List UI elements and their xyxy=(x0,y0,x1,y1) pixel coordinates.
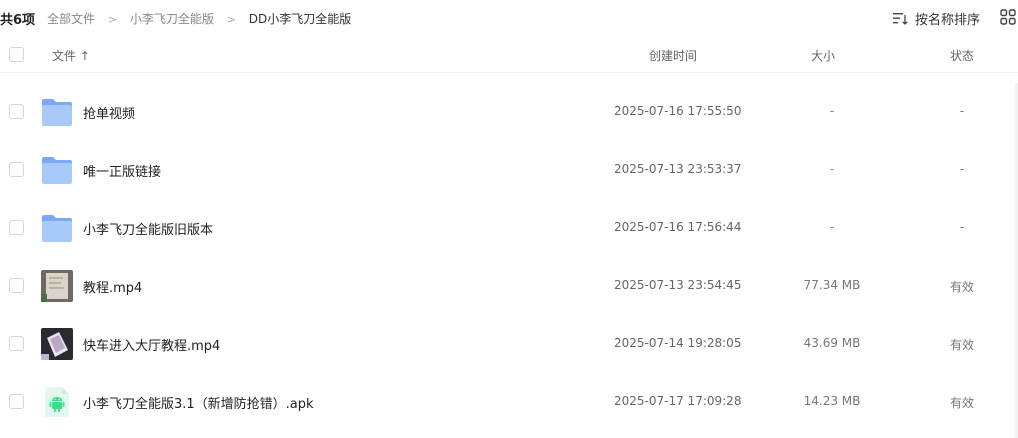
breadcrumb-separator-icon: > xyxy=(107,13,118,26)
toolbar: 共6项 全部文件 > 小李飞刀全能版 > DD小李飞刀全能版 按名称排序 xyxy=(0,0,1018,36)
breadcrumb-item[interactable]: 小李飞刀全能版 xyxy=(130,12,214,26)
sort-button[interactable]: 按名称排序 xyxy=(892,8,980,28)
table-row[interactable]: 教程.mp4 2025-07-13 23:54:45 77.34 MB 有效 xyxy=(0,257,1018,315)
file-status: 有效 xyxy=(949,338,974,352)
table-row[interactable]: 抢单视频 2025-07-16 17:55:50 - - xyxy=(0,83,1018,141)
breadcrumb: 全部文件 > 小李飞刀全能版 > DD小李飞刀全能版 xyxy=(47,10,351,27)
file-size: 43.69 MB xyxy=(803,336,861,350)
breadcrumb-current: DD小李飞刀全能版 xyxy=(248,12,352,26)
row-checkbox[interactable] xyxy=(9,104,24,119)
column-header-status: 状态 xyxy=(950,49,975,63)
folder-icon xyxy=(42,157,72,184)
row-checkbox[interactable] xyxy=(9,336,24,351)
select-all-checkbox[interactable] xyxy=(9,47,24,62)
breadcrumb-separator-icon: > xyxy=(226,13,236,26)
file-status: - xyxy=(959,104,965,118)
table-row[interactable]: 小李飞刀全能版旧版本 2025-07-16 17:56:44 - - xyxy=(0,199,1018,257)
row-checkbox[interactable] xyxy=(9,220,24,235)
file-name[interactable]: 小李飞刀全能版旧版本 xyxy=(83,219,213,238)
table-header: 文件 ↑ 创建时间 大小 状态 xyxy=(0,36,1018,73)
file-time: 2025-07-14 19:28:05 xyxy=(614,336,742,350)
file-time: 2025-07-16 17:56:44 xyxy=(614,220,742,234)
file-status: - xyxy=(959,162,965,176)
column-header-time[interactable]: 创建时间 xyxy=(649,47,697,64)
file-time: 2025-07-16 17:55:50 xyxy=(614,104,742,118)
row-checkbox[interactable] xyxy=(9,278,24,293)
column-header-name[interactable]: 文件 ↑ xyxy=(52,47,90,64)
item-count: 共6项 xyxy=(0,13,36,28)
file-time: 2025-07-13 23:53:37 xyxy=(614,162,742,176)
row-checkbox[interactable] xyxy=(9,394,24,409)
table-row[interactable]: 小李飞刀全能版3.1（新增防抢错）.apk 2025-07-17 17:09:2… xyxy=(0,373,1018,431)
file-time: 2025-07-13 23:54:45 xyxy=(614,278,742,292)
file-status: 有效 xyxy=(949,280,974,294)
file-status: 有效 xyxy=(949,396,974,410)
sort-label: 按名称排序 xyxy=(914,12,980,28)
file-list: 抢单视频 2025-07-16 17:55:50 - - 唯一正版链接 2025… xyxy=(0,83,1018,431)
row-checkbox[interactable] xyxy=(9,162,24,177)
file-time: 2025-07-17 17:09:28 xyxy=(614,394,742,408)
table-row[interactable]: 唯一正版链接 2025-07-13 23:53:37 - - xyxy=(0,141,1018,199)
folder-icon xyxy=(42,99,72,126)
file-size: - xyxy=(829,104,835,118)
file-size: - xyxy=(829,220,835,234)
table-row[interactable]: 快车进入大厅教程.mp4 2025-07-14 19:28:05 43.69 M… xyxy=(0,315,1018,373)
file-name[interactable]: 教程.mp4 xyxy=(83,277,142,296)
android-apk-icon xyxy=(45,387,69,417)
file-size: - xyxy=(829,162,835,176)
file-size: 77.34 MB xyxy=(803,278,861,292)
file-name[interactable]: 抢单视频 xyxy=(83,103,135,122)
file-name[interactable]: 唯一正版链接 xyxy=(83,161,161,180)
file-name[interactable]: 快车进入大厅教程.mp4 xyxy=(83,335,220,354)
breadcrumb-item[interactable]: 全部文件 xyxy=(47,12,95,26)
folder-icon xyxy=(42,215,72,242)
file-size: 14.23 MB xyxy=(803,394,861,408)
file-status: - xyxy=(959,220,965,234)
file-name[interactable]: 小李飞刀全能版3.1（新增防抢错）.apk xyxy=(83,393,314,412)
sort-icon xyxy=(892,12,908,25)
video-thumbnail xyxy=(41,270,73,302)
grid-view-icon[interactable] xyxy=(1000,9,1016,25)
column-header-size[interactable]: 大小 xyxy=(811,47,835,64)
video-thumbnail xyxy=(41,328,73,360)
